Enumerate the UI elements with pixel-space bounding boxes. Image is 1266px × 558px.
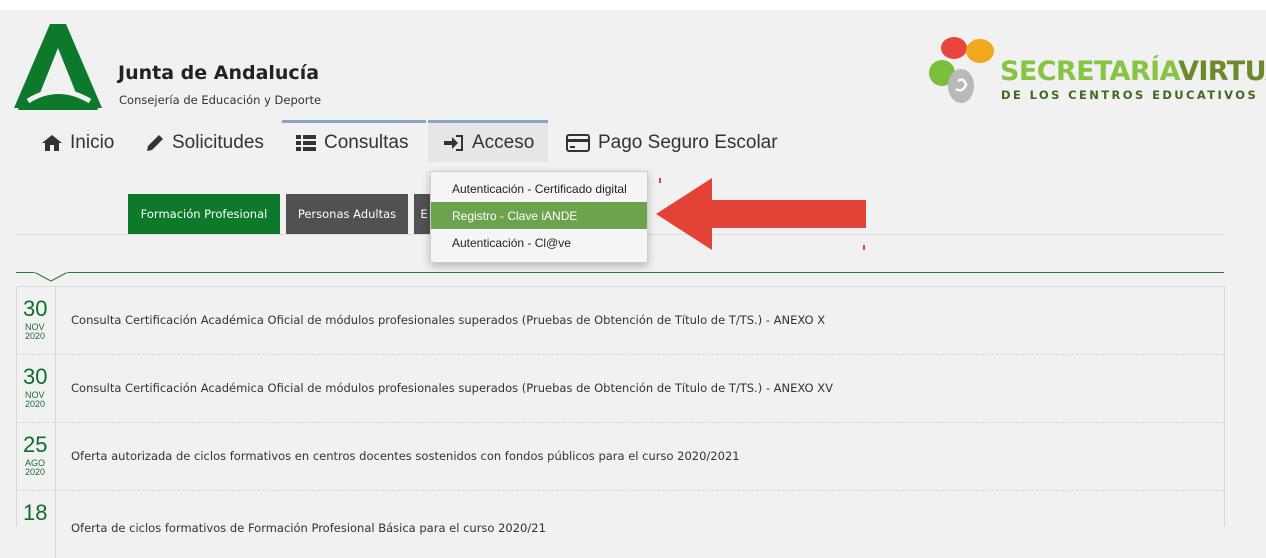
org-subtitle: Consejería de Educación y Deporte bbox=[119, 93, 322, 107]
news-date: 18 bbox=[17, 491, 56, 558]
nav-acceso[interactable]: Acceso bbox=[428, 120, 548, 162]
news-list: 30 NOV 2020 Consulta Certificación Acadé… bbox=[16, 286, 1225, 558]
list-item[interactable]: 30 NOV 2020 Consulta Certificación Acadé… bbox=[17, 355, 1224, 423]
sv-title-part2: VIRTUAL bbox=[1178, 56, 1266, 87]
news-year: 2020 bbox=[25, 331, 46, 341]
nav-inicio[interactable]: Inicio bbox=[42, 122, 114, 164]
list-item[interactable]: 18 Oferta de ciclos formativos de Formac… bbox=[17, 491, 1224, 558]
annotation-mark bbox=[659, 178, 661, 183]
news-link[interactable]: Oferta de ciclos formativos de Formación… bbox=[71, 521, 546, 535]
secretaria-virtual-logo-icon[interactable] bbox=[928, 33, 994, 107]
nav-solicitudes-label: Solicitudes bbox=[172, 132, 264, 153]
news-date: 25 AGO 2020 bbox=[17, 423, 56, 490]
tab-formacion-profesional[interactable]: Formación Profesional bbox=[128, 194, 280, 234]
sv-subtitle: DE LOS CENTROS EDUCATIVOS bbox=[1001, 88, 1259, 102]
page: Junta de Andalucía Consejería de Educaci… bbox=[0, 0, 1266, 558]
sv-title-part1: SECRETARÍA bbox=[1000, 56, 1179, 87]
menu-item-clave[interactable]: Autenticación - Cl@ve bbox=[431, 229, 647, 256]
caret-down-icon bbox=[34, 270, 68, 282]
section-divider bbox=[16, 272, 1224, 273]
junta-andalucia-logo-icon[interactable] bbox=[14, 24, 102, 110]
nav-acceso-label: Acceso bbox=[472, 131, 535, 153]
top-strip bbox=[0, 0, 1266, 10]
red-arrow-annotation-icon bbox=[656, 178, 866, 250]
news-date: 30 NOV 2020 bbox=[17, 355, 56, 422]
nav-consultas[interactable]: Consultas bbox=[282, 120, 426, 162]
news-date: 30 NOV 2020 bbox=[17, 287, 56, 354]
nav-consultas-label: Consultas bbox=[324, 131, 409, 153]
list-item[interactable]: 30 NOV 2020 Consulta Certificación Acadé… bbox=[17, 287, 1224, 355]
menu-item-certificado-digital[interactable]: Autenticación - Certificado digital bbox=[431, 175, 647, 202]
nav-pago-seguro[interactable]: Pago Seguro Escolar bbox=[566, 122, 778, 164]
news-day: 30 bbox=[23, 296, 48, 321]
acceso-dropdown-menu: Autenticación - Certificado digital Regi… bbox=[430, 171, 648, 263]
sv-title: SECRETARÍAVIRTUAL bbox=[1000, 56, 1266, 87]
nav-pago-label: Pago Seguro Escolar bbox=[598, 132, 778, 153]
news-year: 2020 bbox=[25, 399, 46, 409]
annotation-mark bbox=[863, 245, 865, 250]
news-link[interactable]: Consulta Certificación Académica Oficial… bbox=[71, 313, 825, 327]
news-link[interactable]: Oferta autorizada de ciclos formativos e… bbox=[71, 449, 740, 463]
news-day: 25 bbox=[23, 432, 48, 457]
news-day: 30 bbox=[23, 364, 48, 389]
nav-inicio-label: Inicio bbox=[70, 132, 115, 153]
list-icon bbox=[296, 134, 316, 151]
main-navbar: Inicio Solicitudes Consultas Acceso Pago… bbox=[0, 120, 1266, 164]
org-title: Junta de Andalucía bbox=[118, 62, 320, 84]
sign-in-icon bbox=[444, 134, 464, 151]
news-year: 2020 bbox=[25, 467, 46, 477]
nav-solicitudes[interactable]: Solicitudes bbox=[146, 122, 264, 164]
news-link[interactable]: Consulta Certificación Académica Oficial… bbox=[71, 381, 833, 395]
credit-card-icon bbox=[566, 134, 590, 152]
tab-personas-adultas[interactable]: Personas Adultas bbox=[286, 194, 408, 234]
home-icon bbox=[42, 135, 62, 151]
news-day: 18 bbox=[23, 500, 48, 525]
list-item[interactable]: 25 AGO 2020 Oferta autorizada de ciclos … bbox=[17, 423, 1224, 491]
pencil-icon bbox=[146, 134, 164, 152]
menu-item-clave-iande[interactable]: Registro - Clave iANDE bbox=[431, 202, 647, 229]
